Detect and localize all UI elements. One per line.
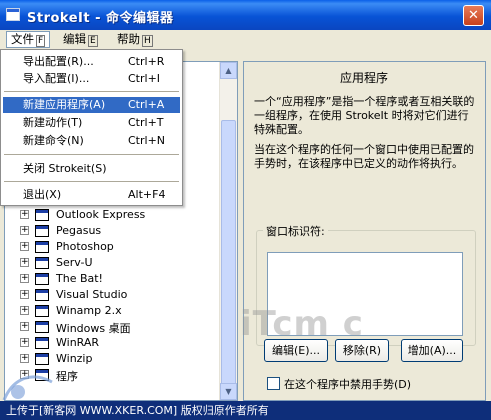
tree-item[interactable]: + Winamp 2.x — [5, 303, 220, 319]
window-icon — [35, 337, 49, 349]
menu-separator — [4, 154, 179, 155]
tree-item[interactable]: + Pegasus — [5, 223, 220, 239]
window-icon — [35, 273, 49, 285]
expand-icon[interactable]: + — [20, 274, 29, 283]
title-bar: StrokeIt - 命令编辑器 ✕ — [0, 0, 491, 30]
menu-bar: 文件 F 编辑 E 帮助 H — [0, 30, 491, 49]
menu-item-new-application[interactable]: 新建应用程序(A) Ctrl+A — [3, 97, 180, 113]
menu-edit[interactable]: 编辑 E — [59, 31, 102, 48]
menu-separator — [4, 181, 179, 182]
add-button[interactable]: 增加(A)... — [401, 339, 463, 362]
footer-credit: 上传于[新客网 WWW.XKER.COM] 版权归原作者所有 — [6, 404, 269, 417]
scroll-up-icon[interactable]: ▲ — [220, 62, 237, 79]
site-logo-icon — [2, 375, 53, 401]
tree-item[interactable]: + Visual Studio — [5, 287, 220, 303]
window-icon — [35, 241, 49, 253]
window-icon — [35, 289, 49, 301]
expand-icon[interactable]: + — [20, 290, 29, 299]
menu-item-new-action[interactable]: 新建动作(T) Ctrl+T — [3, 115, 180, 131]
info-panel: 应用程序 一个“应用程序”是指一个程序或者互相关联的一组程序，在使用 Strok… — [243, 61, 486, 401]
menu-file[interactable]: 文件 F — [6, 31, 51, 48]
group-label: 窗口标识符: — [263, 223, 328, 239]
expand-icon[interactable]: + — [20, 242, 29, 251]
tree-item[interactable]: + Winzip — [5, 351, 220, 367]
file-menu-dropdown: 导出配置(R)... Ctrl+R 导入配置(I)... Ctrl+I 新建应用… — [0, 49, 183, 206]
menu-item-exit[interactable]: 退出(X) Alt+F4 — [3, 187, 180, 203]
menu-item-export-config[interactable]: 导出配置(R)... Ctrl+R — [3, 54, 180, 70]
info-description: 一个“应用程序”是指一个程序或者互相关联的一组程序，在使用 StrokeIt 时… — [254, 95, 475, 136]
menu-help[interactable]: 帮助 H — [113, 31, 157, 48]
info-header: 应用程序 — [340, 71, 389, 85]
tree-item[interactable]: + Photoshop — [5, 239, 220, 255]
window-icon — [35, 225, 49, 237]
menu-separator — [4, 91, 179, 92]
tree-item[interactable]: + Serv-U — [5, 255, 220, 271]
footer-bar: 上传于[新客网 WWW.XKER.COM] 版权归原作者所有 — [0, 401, 491, 420]
menu-item-import-config[interactable]: 导入配置(I)... Ctrl+I — [3, 71, 180, 87]
app-window-icon — [6, 8, 20, 21]
scroll-thumb[interactable] — [221, 120, 236, 385]
expand-icon[interactable]: + — [20, 258, 29, 267]
window-icon — [35, 257, 49, 269]
expand-icon[interactable]: + — [20, 226, 29, 235]
window-icon — [35, 353, 49, 365]
tree-item[interactable]: + WinRAR — [5, 335, 220, 351]
disable-gestures-checkbox[interactable] — [267, 377, 280, 390]
menu-item-new-command[interactable]: 新建命令(N) Ctrl+N — [3, 133, 180, 149]
tree-item[interactable]: + Windows 桌面 — [5, 319, 220, 335]
close-button[interactable]: ✕ — [463, 5, 484, 26]
window-title: StrokeIt - 命令编辑器 — [27, 11, 174, 26]
disable-gestures-label: 在这个程序中禁用手势(D) — [284, 378, 412, 391]
info-usage: 当在这个程序的任何一个窗口中使用已配置的手势时，在该程序中已定义的动作将执行。 — [254, 143, 474, 170]
expand-icon[interactable]: + — [20, 354, 29, 363]
window-icon — [35, 305, 49, 317]
tree-item[interactable]: + The Bat! — [5, 271, 220, 287]
expand-icon[interactable]: + — [20, 210, 29, 219]
expand-icon[interactable]: + — [20, 338, 29, 347]
window-icon — [35, 209, 49, 221]
tree-item[interactable]: + Outlook Express — [5, 207, 220, 223]
window-icon — [35, 321, 49, 333]
watermark: iTcm c — [240, 304, 364, 344]
menu-item-close-strokeit[interactable]: 关闭 Strokeit(S) — [3, 161, 180, 177]
scroll-down-icon[interactable]: ▼ — [220, 383, 237, 400]
expand-icon[interactable]: + — [20, 322, 29, 331]
vertical-scrollbar[interactable]: ▲ ▼ — [219, 62, 237, 400]
expand-icon[interactable]: + — [20, 306, 29, 315]
